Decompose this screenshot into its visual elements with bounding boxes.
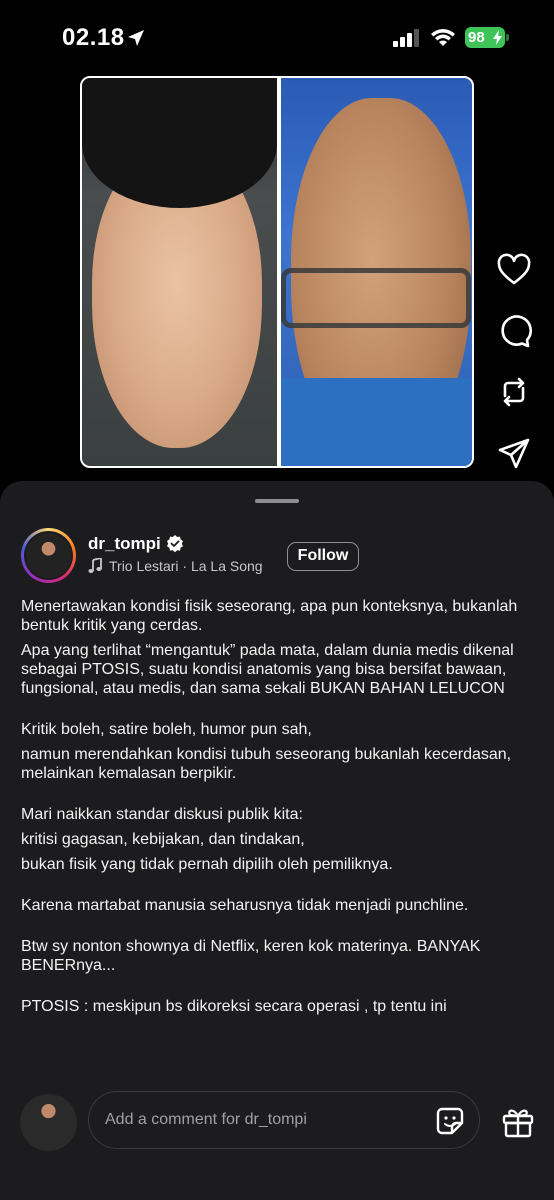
charging-bolt-icon [493,30,502,45]
sheet-drag-handle[interactable] [255,499,299,503]
shirt-right [281,378,472,466]
author-avatar[interactable] [21,528,76,583]
comment-input[interactable] [105,1111,405,1129]
comment-composer-bar [0,1086,554,1200]
comments-sheet: dr_tompi Trio Lestari · La La Song Follo… [0,481,554,1200]
caption-line: Apa yang terlihat “mengantuk” pada mata,… [21,642,514,697]
status-bar: 02.18 98 [0,0,554,76]
caption-line: PTOSIS : meskipun bs dikoreksi secara op… [21,998,447,1015]
caption-line: bukan fisik yang tidak pernah dipilih ol… [21,856,393,873]
caption-line: Menertawakan kondisi fisik seseorang, ap… [21,598,518,634]
audio-track-label[interactable]: Trio Lestari · La La Song [109,558,263,574]
status-time: 02.18 [62,24,125,51]
sticker-icon[interactable] [434,1105,466,1137]
location-arrow-icon [128,30,144,46]
verified-badge-icon [167,535,183,553]
battery-level: 98 [468,29,485,46]
caption-line: Mari naikkan standar diskusi publik kita… [21,806,303,823]
current-user-avatar [20,1094,77,1151]
photo-right [281,78,472,466]
music-note-icon [88,558,102,573]
share-icon[interactable] [496,436,532,472]
comment-icon[interactable] [496,313,532,349]
author-avatar-image [26,533,71,578]
heart-icon[interactable] [496,252,532,288]
caption-line: Karena martabat manusia seharusnya tidak… [21,897,469,914]
avatar-ring-inner [24,531,73,580]
post-media[interactable] [80,76,474,468]
cellular-signal-icon [393,29,419,47]
battery-tip [506,34,509,41]
battery-indicator: 98 [465,27,505,48]
photo-left [82,78,277,466]
follow-button[interactable]: Follow [287,542,359,571]
wifi-icon [431,29,455,46]
post-caption: Menertawakan kondisi fisik seseorang, ap… [21,597,531,1077]
author-username[interactable]: dr_tompi [88,534,161,554]
repost-icon[interactable] [496,374,532,410]
hair-left [82,78,277,208]
caption-line: Btw sy nonton shownya di Netflix, keren … [21,938,481,974]
comment-box[interactable] [88,1091,480,1149]
caption-line: kritisi gagasan, kebijakan, dan tindakan… [21,831,305,848]
caption-line: Kritik boleh, satire boleh, humor pun sa… [21,721,312,738]
gift-icon[interactable] [501,1105,535,1139]
glasses [281,268,471,328]
caption-line: namun merendahkan kondisi tubuh seseoran… [21,746,512,782]
